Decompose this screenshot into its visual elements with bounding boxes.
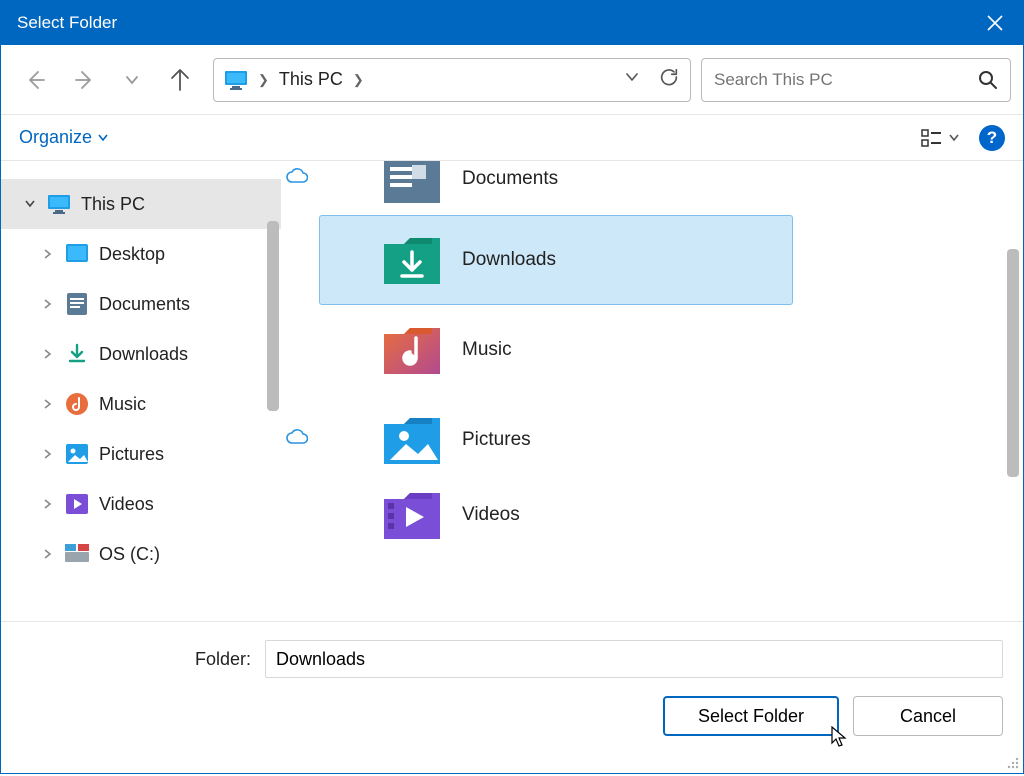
tree-item-videos[interactable]: Videos xyxy=(1,479,281,529)
tree-label: Desktop xyxy=(99,244,165,265)
folder-view: Documents Downloads Music Pictures xyxy=(281,161,1023,621)
monitor-icon xyxy=(47,192,71,216)
cancel-button[interactable]: Cancel xyxy=(853,696,1003,736)
main-scrollbar-thumb[interactable] xyxy=(1007,249,1019,477)
chevron-down-icon xyxy=(98,133,108,143)
drive-icon xyxy=(65,542,89,566)
monitor-icon xyxy=(224,68,248,92)
chevron-down-icon xyxy=(125,73,139,87)
chevron-right-icon xyxy=(41,397,55,411)
arrow-left-icon xyxy=(24,68,48,92)
chevron-right-icon xyxy=(41,447,55,461)
select-folder-button-label: Select Folder xyxy=(698,706,804,727)
view-list-icon xyxy=(921,127,943,149)
folder-label: Videos xyxy=(462,504,520,526)
tree-label: Pictures xyxy=(99,444,164,465)
documents-folder-icon xyxy=(382,161,442,207)
footer: Folder: Select Folder Cancel xyxy=(1,621,1023,752)
tree-item-pictures[interactable]: Pictures xyxy=(1,429,281,479)
folder-item-documents[interactable]: Documents xyxy=(319,161,793,215)
tree-item-os-drive[interactable]: OS (C:) xyxy=(1,529,281,579)
tree-item-desktop[interactable]: Desktop xyxy=(1,229,281,279)
chevron-down-icon xyxy=(23,197,37,211)
cloud-status-icon xyxy=(286,429,308,451)
select-folder-button[interactable]: Select Folder xyxy=(663,696,839,736)
tree-label: Music xyxy=(99,394,146,415)
folder-label: Folder: xyxy=(111,649,251,670)
navigation-row: ❯ This PC ❯ xyxy=(1,45,1023,115)
forward-button[interactable] xyxy=(71,67,97,93)
downloads-icon xyxy=(65,342,89,366)
tree-label: Documents xyxy=(99,294,190,315)
title-bar: Select Folder xyxy=(1,0,1023,45)
folder-label: Downloads xyxy=(462,249,556,271)
search-box[interactable] xyxy=(701,58,1011,102)
help-icon: ? xyxy=(987,128,997,148)
tree-label: OS (C:) xyxy=(99,544,160,565)
chevron-right-icon xyxy=(41,547,55,561)
organize-label: Organize xyxy=(19,127,92,148)
downloads-folder-icon xyxy=(382,232,442,288)
tree-item-downloads[interactable]: Downloads xyxy=(1,329,281,379)
view-options-button[interactable] xyxy=(921,127,959,149)
folder-label: Music xyxy=(462,339,512,361)
documents-icon xyxy=(65,292,89,316)
tree-item-music[interactable]: Music xyxy=(1,379,281,429)
pictures-icon xyxy=(65,442,89,466)
breadcrumb-separator: ❯ xyxy=(353,72,364,88)
folder-item-music[interactable]: Music xyxy=(319,305,793,395)
button-row: Select Folder Cancel xyxy=(1,696,1003,736)
search-icon xyxy=(978,70,998,90)
help-button[interactable]: ? xyxy=(979,125,1005,151)
chevron-right-icon xyxy=(41,347,55,361)
chevron-down-icon xyxy=(949,133,959,143)
up-button[interactable] xyxy=(167,67,193,93)
address-bar[interactable]: ❯ This PC ❯ xyxy=(213,58,691,102)
music-folder-icon xyxy=(382,322,442,378)
close-icon xyxy=(986,14,1004,32)
chevron-right-icon xyxy=(41,297,55,311)
address-dropdown-button[interactable] xyxy=(624,69,640,90)
back-button[interactable] xyxy=(23,67,49,93)
folder-name-input[interactable] xyxy=(265,640,1003,678)
body: This PC Desktop Documents Downloads Musi… xyxy=(1,161,1023,621)
breadcrumb-this-pc[interactable]: This PC xyxy=(279,69,343,90)
nav-arrows xyxy=(13,67,203,93)
refresh-button[interactable] xyxy=(658,66,680,93)
folder-item-downloads[interactable]: Downloads xyxy=(319,215,793,305)
organize-menu[interactable]: Organize xyxy=(19,127,108,148)
resize-grip[interactable] xyxy=(1005,755,1021,771)
tree-label: Videos xyxy=(99,494,154,515)
arrow-up-icon xyxy=(168,68,192,92)
chevron-right-icon xyxy=(41,497,55,511)
pictures-folder-icon xyxy=(382,412,442,468)
cloud-status-icon xyxy=(286,168,308,190)
desktop-icon xyxy=(65,242,89,266)
sidebar-scrollbar-thumb[interactable] xyxy=(267,221,279,411)
search-input[interactable] xyxy=(714,70,968,90)
chevron-down-icon xyxy=(624,69,640,85)
music-icon xyxy=(65,392,89,416)
window-title: Select Folder xyxy=(17,13,117,33)
cancel-button-label: Cancel xyxy=(900,706,956,727)
folder-item-videos[interactable]: Videos xyxy=(319,485,793,545)
breadcrumb-separator: ❯ xyxy=(258,72,269,88)
arrow-right-icon xyxy=(72,68,96,92)
recent-locations-button[interactable] xyxy=(119,67,145,93)
tree-item-documents[interactable]: Documents xyxy=(1,279,281,329)
tree-item-this-pc[interactable]: This PC xyxy=(1,179,281,229)
close-button[interactable] xyxy=(983,11,1007,35)
folder-name-row: Folder: xyxy=(1,640,1003,678)
folder-label: Pictures xyxy=(462,429,531,451)
navigation-tree: This PC Desktop Documents Downloads Musi… xyxy=(1,161,281,621)
folder-item-pictures[interactable]: Pictures xyxy=(319,395,793,485)
refresh-icon xyxy=(658,66,680,88)
videos-icon xyxy=(65,492,89,516)
tree-label: Downloads xyxy=(99,344,188,365)
tree-label: This PC xyxy=(81,194,145,215)
chevron-right-icon xyxy=(41,247,55,261)
toolbar: Organize ? xyxy=(1,115,1023,161)
videos-folder-icon xyxy=(382,487,442,543)
folder-label: Documents xyxy=(462,168,558,190)
